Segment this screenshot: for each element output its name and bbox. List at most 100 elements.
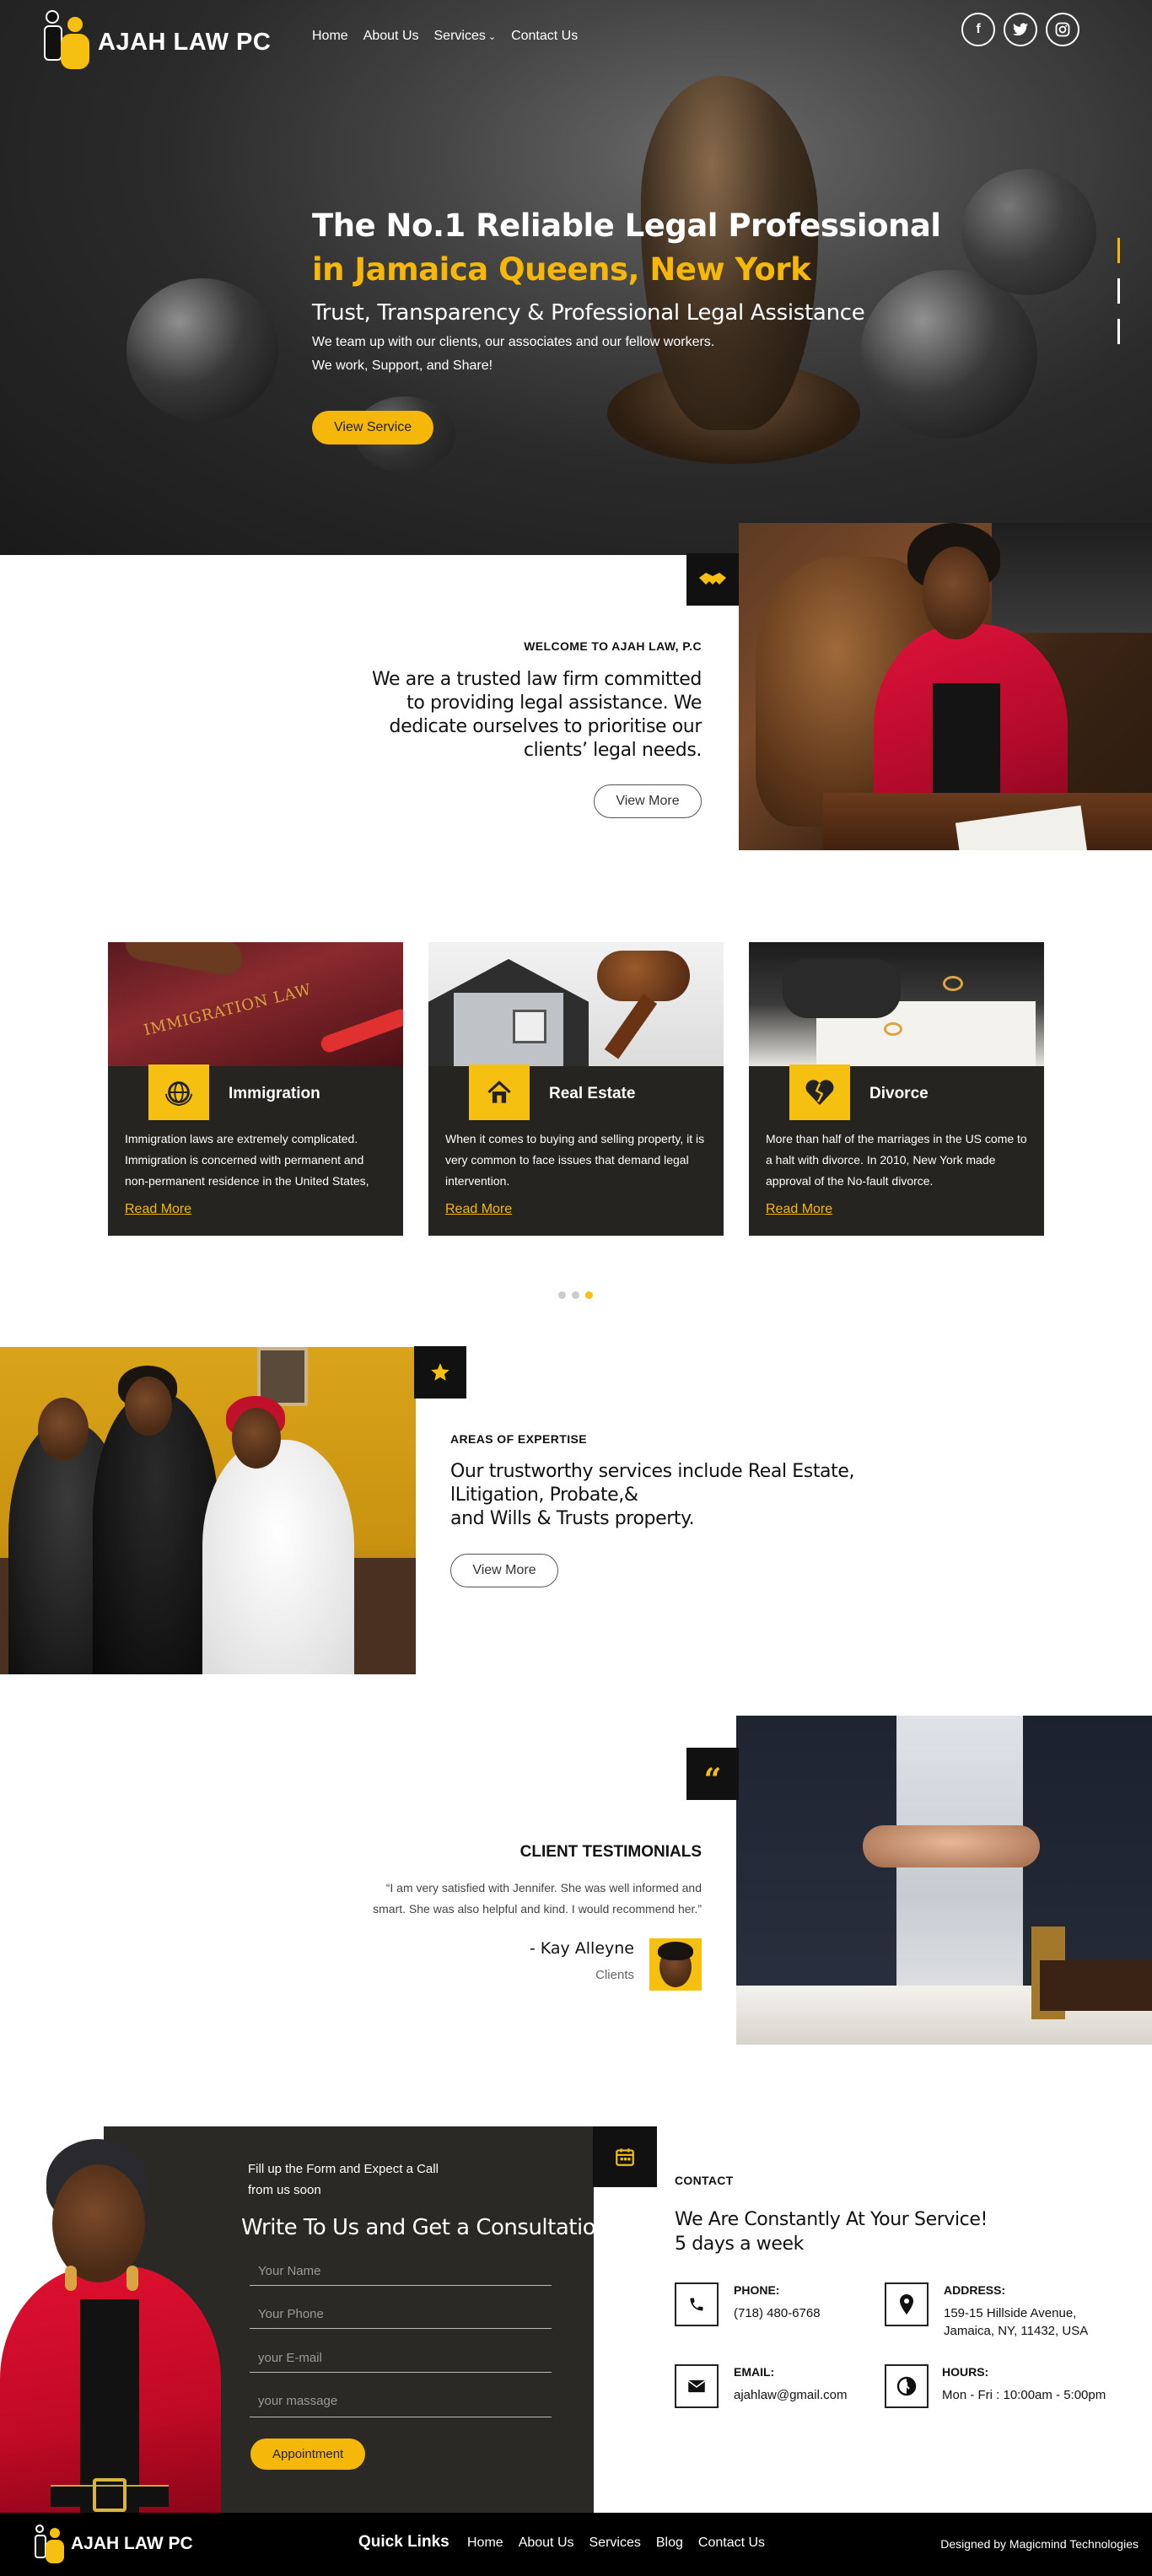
nav-about-us[interactable]: About Us (363, 29, 419, 44)
email-input[interactable]: your E-mail (250, 2351, 552, 2373)
site-footer: AJAH LAW PC Quick Links Home About Us Se… (0, 2513, 1152, 2576)
twitter-icon[interactable] (1004, 13, 1037, 46)
testimonials-title: CLIENT TESTIMONIALS (519, 1843, 702, 1861)
form-intro: Fill up the Form and Expect a Call from … (248, 2158, 439, 2201)
footer-link-blog[interactable]: Blog (656, 2536, 683, 2551)
phone-value[interactable]: (718) 480-6768 (734, 2304, 821, 2322)
globe-icon (148, 1064, 209, 1120)
real-estate-image (428, 942, 724, 1066)
immigration-law-image: IMMIGRATION LAW (108, 942, 403, 1066)
testimonial-quote-line: smart. She was also helpful and kind. I … (373, 1902, 702, 1916)
hero-line-2: We work, Support, and Share! (312, 358, 493, 373)
address-label: ADDRESS: (944, 2283, 1006, 2297)
address-value: 159-15 Hillside Avenue, Jamaica, NY, 114… (944, 2304, 1088, 2340)
message-textarea[interactable]: your massage (250, 2394, 552, 2417)
logo-icon (37, 10, 93, 74)
avatar (649, 1938, 702, 1991)
main-nav: Home About Us Services ⌄ Contact Us (312, 29, 578, 44)
footer-links: Home About Us Services Blog Contact Us (467, 2536, 765, 2551)
about-text-line: We are a trusted law firm committed (371, 669, 702, 690)
footer-logo-icon (30, 2523, 67, 2565)
carousel-dot-active[interactable] (585, 1291, 593, 1299)
hero-title: The No.1 Reliable Legal Professional (312, 207, 941, 244)
contact-heading-line: We Are Constantly At Your Service! (675, 2209, 988, 2230)
immigration-law-book-text: IMMIGRATION LAW (142, 980, 314, 1040)
facebook-glyph: f (976, 22, 981, 36)
carousel-dot[interactable] (572, 1291, 579, 1299)
slider-indicator[interactable] (1117, 278, 1120, 304)
calendar-icon (593, 2126, 657, 2187)
service-description: More than half of the marriages in the U… (766, 1132, 1027, 1188)
handshake-photo-image (736, 1716, 1152, 2045)
chess-piece-image (961, 169, 1096, 295)
service-title: Real Estate (549, 1085, 636, 1102)
read-more-link[interactable]: Read More (428, 1192, 724, 1236)
form-intro-line: Fill up the Form and Expect a Call (248, 2162, 439, 2176)
quote-icon: “ (686, 1748, 739, 1800)
expertise-view-more-button[interactable]: View More (450, 1554, 558, 1587)
footer-link-home[interactable]: Home (467, 2536, 503, 2551)
instagram-shape (1055, 22, 1070, 37)
phone-icon[interactable] (675, 2282, 719, 2326)
appointment-button[interactable]: Appointment (250, 2439, 366, 2470)
house-icon (469, 1064, 530, 1120)
service-description: Immigration laws are extremely complicat… (125, 1132, 369, 1188)
facebook-icon[interactable]: f (961, 13, 995, 46)
hero-line-1: We team up with our clients, our associa… (312, 335, 715, 349)
name-input[interactable]: Your Name (250, 2264, 552, 2286)
about-text: We are a trusted law firm committed to p… (337, 668, 702, 763)
mail-icon[interactable] (675, 2364, 719, 2408)
hero-copy: The No.1 Reliable Legal Professional in … (312, 202, 941, 378)
broken-heart-icon (789, 1064, 850, 1120)
service-card-real-estate: Real Estate When it comes to buying and … (428, 942, 724, 1236)
expertise-text-line: Our trustworthy services include Real Es… (450, 1461, 855, 1482)
about-text-line: clients’ legal needs. (523, 740, 703, 761)
read-more-link[interactable]: Read More (749, 1192, 1044, 1236)
form-heading: Write To Us and Get a Consultation (241, 2215, 594, 2240)
testimonial-role: Clients (595, 1968, 634, 1982)
view-service-button[interactable]: View Service (312, 411, 434, 445)
carousel-dot[interactable] (558, 1291, 566, 1299)
contact-heading-line: 5 days a week (675, 2234, 804, 2255)
lawyer-at-desk-image (739, 523, 1152, 850)
email-label: EMAIL: (734, 2365, 775, 2379)
star-icon (414, 1346, 466, 1398)
about-text-line: dedicate ourselves to prioritise our (389, 716, 703, 737)
testimonial-author: - Kay Alleyne (529, 1939, 634, 1958)
divorce-image (749, 942, 1044, 1066)
read-more-link[interactable]: Read More (108, 1192, 403, 1236)
footer-logo[interactable]: AJAH LAW PC (30, 2523, 193, 2565)
clock-icon (885, 2364, 929, 2408)
footer-link-contact-us[interactable]: Contact Us (698, 2536, 765, 2551)
footer-link-services[interactable]: Services (589, 2536, 641, 2551)
nav-services[interactable]: Services ⌄ (434, 29, 497, 44)
service-card-immigration: IMMIGRATION LAW Immigration Immigration … (108, 942, 403, 1236)
footer-credit[interactable]: Designed by Magicmind Technologies (940, 2537, 1139, 2551)
footer-brand: AJAH LAW PC (71, 2534, 193, 2553)
hours-label: HOURS: (942, 2365, 989, 2379)
chess-piece-image (127, 278, 278, 422)
about-text-line: to providing legal assistance. We (406, 693, 702, 714)
slider-indicator[interactable] (1117, 319, 1120, 344)
address-line: 159-15 Hillside Avenue, (944, 2306, 1077, 2320)
email-value[interactable]: ajahlaw@gmail.com (734, 2386, 847, 2404)
social-links: f (961, 13, 1079, 46)
footer-link-about-us[interactable]: About Us (519, 2536, 574, 2551)
nav-contact-us[interactable]: Contact Us (511, 29, 578, 44)
nav-home[interactable]: Home (312, 29, 348, 44)
quick-links-title: Quick Links (358, 2533, 449, 2551)
expertise-text: Our trustworthy services include Real Es… (450, 1460, 923, 1531)
instagram-icon[interactable] (1046, 13, 1079, 46)
service-card-divorce: Divorce More than half of the marriages … (749, 942, 1044, 1236)
testimonial-quote: “I am very satisfied with Jennifer. She … (373, 1878, 702, 1920)
about-view-more-button[interactable]: View More (594, 784, 702, 818)
attorney-portrait-image (0, 2139, 221, 2513)
service-title: Immigration (229, 1085, 320, 1102)
slider-indicator-active[interactable] (1117, 238, 1120, 263)
form-heading-text: Write To Us and Get a Consultation (241, 2215, 594, 2240)
expertise-text-line: lLitigation, Probate,& (450, 1485, 638, 1506)
team-photo-image (0, 1347, 416, 1674)
phone-input[interactable]: Your Phone (250, 2307, 552, 2329)
location-pin-icon (885, 2282, 929, 2326)
brand-logo[interactable]: AJAH LAW PC (37, 10, 271, 74)
